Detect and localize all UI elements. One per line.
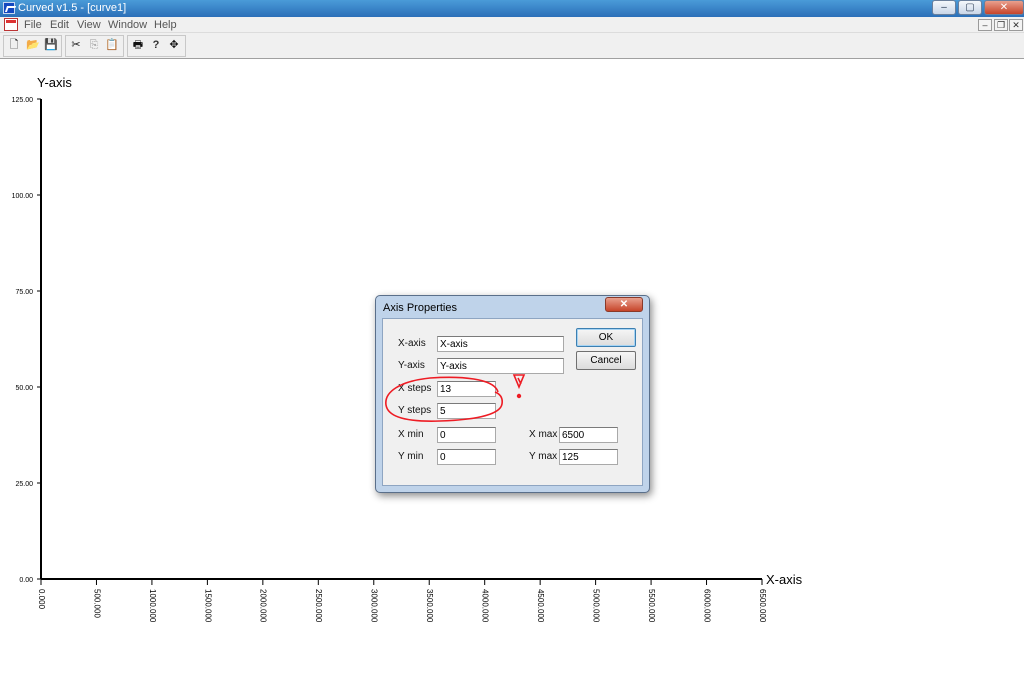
- x-tick-label: 5500.000: [647, 589, 656, 623]
- menu-edit[interactable]: Edit: [50, 19, 69, 31]
- mdi-close-button[interactable]: ✕: [1009, 19, 1023, 31]
- y-tick-label: 100.00: [12, 193, 34, 200]
- x-tick-label: 2500.000: [314, 589, 323, 623]
- move-icon[interactable]: ✥: [165, 36, 183, 55]
- axis-properties-dialog: Axis Properties ✕ X-axis Y-axis X steps …: [375, 295, 650, 493]
- document-icon[interactable]: [4, 18, 18, 31]
- x-tick-label: 5000.000: [592, 589, 601, 623]
- toolbar: 🗋 📂 💾 ✂ ⎘ 📋 🖶 ? ✥: [0, 33, 1024, 59]
- x-tick-label: 1000.000: [148, 589, 157, 623]
- x-tick-label: 6000.000: [702, 589, 711, 623]
- y-tick-label: 75.00: [15, 289, 33, 296]
- x-min-label: X min: [398, 429, 424, 440]
- mdi-restore-button[interactable]: ❐: [994, 19, 1008, 31]
- menu-help[interactable]: Help: [154, 19, 177, 31]
- paste-icon[interactable]: 📋: [103, 36, 121, 55]
- y-axis-input[interactable]: [437, 358, 564, 374]
- x-tick-label: 1500.000: [203, 589, 212, 623]
- minimize-button[interactable]: –: [932, 0, 956, 15]
- x-steps-input[interactable]: [437, 381, 496, 397]
- print-icon[interactable]: 🖶: [129, 36, 147, 55]
- x-tick-label: 6500.000: [758, 589, 767, 623]
- x-steps-label: X steps: [398, 383, 432, 394]
- y-tick-label: 50.00: [15, 385, 33, 392]
- help-icon[interactable]: ?: [147, 36, 165, 55]
- close-button[interactable]: ✕: [984, 0, 1024, 15]
- save-icon[interactable]: 💾: [42, 36, 60, 55]
- dialog-body: X-axis Y-axis X steps Y steps X min X ma…: [382, 318, 643, 486]
- y-min-input[interactable]: [437, 449, 496, 465]
- menu-view[interactable]: View: [77, 19, 101, 31]
- maximize-button[interactable]: ▢: [958, 0, 982, 15]
- y-axis-label: Y-axis: [398, 360, 425, 371]
- cancel-button[interactable]: Cancel: [576, 351, 636, 370]
- x-axis-input[interactable]: [437, 336, 564, 352]
- new-icon[interactable]: 🗋: [5, 36, 23, 55]
- x-tick-label: 2000.000: [259, 589, 268, 623]
- window-title: Curved v1.5 - [curve1]: [18, 2, 127, 14]
- open-icon[interactable]: 📂: [24, 36, 42, 55]
- x-tick-label: 4000.000: [481, 589, 490, 623]
- menu-file[interactable]: File: [24, 19, 42, 31]
- x-axis-title: X-axis: [766, 572, 803, 587]
- x-axis-label: X-axis: [398, 338, 426, 349]
- title-bar: Curved v1.5 - [curve1] – ▢ ✕: [0, 0, 1024, 17]
- y-steps-input[interactable]: [437, 403, 496, 419]
- cut-icon[interactable]: ✂: [67, 36, 85, 55]
- x-tick-label: 4500.000: [536, 589, 545, 623]
- x-max-label: X max: [529, 429, 558, 440]
- y-axis-title: Y-axis: [37, 75, 72, 90]
- y-tick-label: 25.00: [15, 481, 33, 488]
- ok-button[interactable]: OK: [576, 328, 636, 347]
- mdi-minimize-button[interactable]: –: [978, 19, 992, 31]
- y-min-label: Y min: [398, 451, 424, 462]
- menu-bar: File Edit View Window Help – ❐ ✕: [0, 17, 1024, 33]
- dialog-close-button[interactable]: ✕: [605, 297, 643, 312]
- copy-icon[interactable]: ⎘: [85, 36, 103, 55]
- y-steps-label: Y steps: [398, 405, 432, 416]
- x-tick-label: 3000.000: [370, 589, 379, 623]
- y-tick-label: 0.00: [19, 577, 33, 584]
- x-tick-label: 3500.000: [425, 589, 434, 623]
- dialog-title: Axis Properties: [383, 302, 457, 314]
- menu-window[interactable]: Window: [108, 19, 147, 31]
- y-tick-label: 125.00: [12, 97, 34, 104]
- app-icon: [3, 2, 15, 14]
- x-min-input[interactable]: [437, 427, 496, 443]
- y-max-label: Y max: [529, 451, 558, 462]
- x-tick-label: 500.000: [92, 589, 101, 618]
- x-tick-label: 0.000: [37, 589, 46, 610]
- y-max-input[interactable]: [559, 449, 618, 465]
- x-max-input[interactable]: [559, 427, 618, 443]
